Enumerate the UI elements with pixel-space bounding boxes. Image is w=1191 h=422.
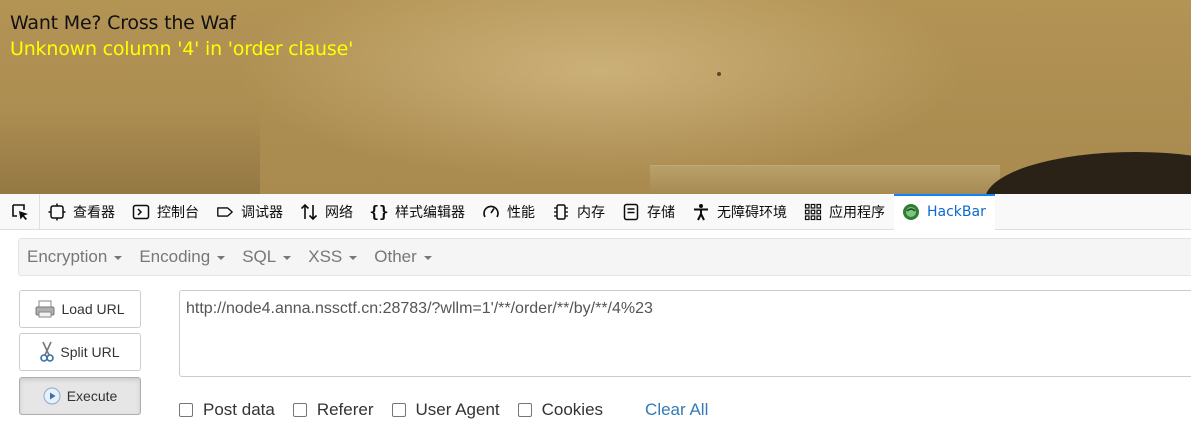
tab-label: 网络 <box>325 204 353 221</box>
tab-label: 调试器 <box>241 204 283 221</box>
menu-encoding[interactable]: Encoding <box>131 238 234 276</box>
tab-label: 样式编辑器 <box>395 204 465 221</box>
network-icon <box>300 203 318 221</box>
devtools-toolbar: 查看器 控制台 调试器 网络 {} 样式编辑器 性能 内存 存储 无障碍环境 应… <box>0 193 1191 230</box>
memory-icon <box>552 203 570 221</box>
tab-inspector[interactable]: 查看器 <box>40 194 124 230</box>
split-url-button[interactable]: Split URL <box>19 333 141 371</box>
menu-label: XSS <box>308 247 343 266</box>
referer-checkbox[interactable]: Referer <box>292 400 374 420</box>
tab-label: 内存 <box>577 204 605 221</box>
execute-label: Execute <box>66 388 118 404</box>
performance-icon <box>482 203 500 221</box>
caret-down-icon <box>349 256 358 260</box>
tab-label: 存储 <box>647 204 675 221</box>
checkbox-box[interactable] <box>517 403 532 417</box>
menu-label: Encryption <box>27 247 108 266</box>
menu-label: Encoding <box>139 247 211 266</box>
tab-accessibility[interactable]: 无障碍环境 <box>684 194 796 230</box>
menu-label: Other <box>374 247 417 266</box>
hackbar-icon <box>902 203 920 221</box>
console-icon <box>132 203 150 221</box>
inspector-icon <box>48 203 66 221</box>
hackbar-options: Post data Referer User Agent Cookies Cle… <box>179 398 708 422</box>
background-speck <box>717 72 721 76</box>
checkbox-box[interactable] <box>179 403 193 417</box>
play-icon <box>43 387 61 405</box>
tab-label: 无障碍环境 <box>717 204 787 221</box>
hackbar-menubar: Encryption Encoding SQL XSS Other <box>18 238 1191 276</box>
option-label: Post data <box>203 400 275 419</box>
option-label: Cookies <box>541 400 604 419</box>
clear-all-link[interactable]: Clear All <box>645 400 708 420</box>
tab-label: 性能 <box>507 204 535 221</box>
tab-label: HackBar <box>927 203 986 220</box>
tab-storage[interactable]: 存储 <box>614 194 684 230</box>
tab-label: 应用程序 <box>829 204 885 221</box>
menu-sql[interactable]: SQL <box>234 238 300 276</box>
tab-application[interactable]: 应用程序 <box>796 194 894 230</box>
page-title: Want Me? Cross the Waf <box>10 12 236 34</box>
tab-console[interactable]: 控制台 <box>124 194 208 230</box>
checkbox-box[interactable] <box>391 403 406 417</box>
option-label: User Agent <box>415 400 500 419</box>
checkbox-box[interactable] <box>292 403 307 417</box>
split-url-label: Split URL <box>60 344 120 360</box>
url-textarea[interactable]: http://node4.anna.nssctf.cn:28783/?wllm=… <box>179 290 1191 377</box>
sql-error-message: Unknown column '4' in 'order clause' <box>10 38 354 60</box>
user-agent-checkbox[interactable]: User Agent <box>391 400 500 420</box>
hackbar-panel: Encryption Encoding SQL XSS Other Load U… <box>0 230 1191 422</box>
caret-down-icon <box>217 256 226 260</box>
menu-encryption[interactable]: Encryption <box>19 238 131 276</box>
tab-performance[interactable]: 性能 <box>474 194 544 230</box>
storage-icon <box>622 203 640 221</box>
cookies-checkbox[interactable]: Cookies <box>517 400 604 420</box>
style-editor-icon: {} <box>369 202 389 221</box>
menu-xss[interactable]: XSS <box>300 238 366 276</box>
tab-debugger[interactable]: 调试器 <box>208 194 292 230</box>
tab-style-editor[interactable]: {} 样式编辑器 <box>362 194 474 230</box>
element-picker-icon <box>11 203 28 220</box>
load-url-label: Load URL <box>61 301 125 317</box>
application-icon <box>804 203 822 221</box>
option-label: Referer <box>316 400 374 419</box>
post-data-checkbox[interactable]: Post data <box>179 400 275 420</box>
background-shelf <box>650 165 1000 194</box>
debugger-icon <box>216 203 234 221</box>
tab-network[interactable]: 网络 <box>292 194 362 230</box>
menu-label: SQL <box>242 247 277 266</box>
background-dark-object <box>985 152 1191 194</box>
caret-down-icon <box>423 256 432 260</box>
load-url-button[interactable]: Load URL <box>19 290 141 328</box>
tab-label: 查看器 <box>73 204 115 221</box>
tab-hackbar[interactable]: HackBar <box>894 193 995 230</box>
tab-memory[interactable]: 内存 <box>544 194 614 230</box>
menu-other[interactable]: Other <box>366 238 441 276</box>
background-shade <box>0 110 260 194</box>
tab-label: 控制台 <box>157 204 199 221</box>
caret-down-icon <box>283 256 292 260</box>
caret-down-icon <box>114 256 123 260</box>
load-url-icon <box>35 300 55 318</box>
element-picker-button[interactable] <box>0 193 40 230</box>
scissors-icon <box>40 341 55 363</box>
page-viewport: Want Me? Cross the Waf Unknown column '4… <box>0 0 1191 194</box>
accessibility-icon <box>692 203 710 221</box>
execute-button[interactable]: Execute <box>19 377 141 415</box>
